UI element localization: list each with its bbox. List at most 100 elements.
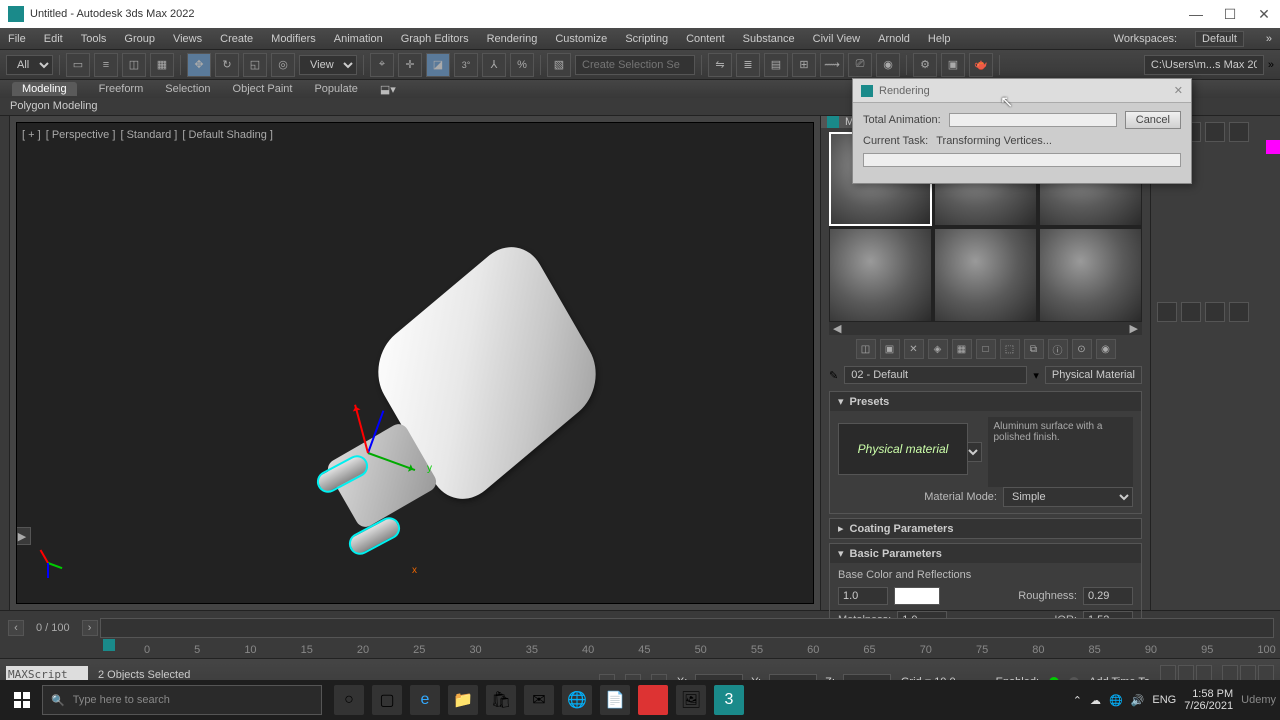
show-end-icon[interactable]: ⬚ bbox=[1000, 339, 1020, 359]
viewport-perspective[interactable]: [ + ] [ Perspective ] [ Standard ] [ Def… bbox=[16, 122, 814, 604]
menu-group[interactable]: Group bbox=[124, 33, 155, 45]
explorer-icon[interactable]: 📁 bbox=[448, 685, 478, 715]
prev-frame-icon[interactable] bbox=[1178, 665, 1194, 681]
menu-customize[interactable]: Customize bbox=[555, 33, 607, 45]
overflow-icon[interactable]: » bbox=[1266, 33, 1272, 45]
edit-named-icon[interactable]: ▧ bbox=[547, 53, 571, 77]
delete-material-icon[interactable]: ✕ bbox=[904, 339, 924, 359]
menu-arnold[interactable]: Arnold bbox=[878, 33, 910, 45]
ribbon-toggle-icon[interactable]: ⬓▾ bbox=[380, 83, 396, 96]
tab-selection[interactable]: Selection bbox=[165, 83, 210, 95]
base-color-swatch[interactable] bbox=[894, 587, 940, 605]
cortana-icon[interactable]: ○ bbox=[334, 685, 364, 715]
cmd-tool-1[interactable] bbox=[1157, 302, 1177, 322]
render-cancel-button[interactable]: Cancel bbox=[1125, 111, 1181, 129]
menu-scripting[interactable]: Scripting bbox=[625, 33, 668, 45]
start-button[interactable] bbox=[4, 684, 40, 716]
mirror-icon[interactable]: ⇋ bbox=[708, 53, 732, 77]
taskview-icon[interactable]: ▢ bbox=[372, 685, 402, 715]
hierarchy-panel-icon[interactable] bbox=[1205, 122, 1225, 142]
project-path-input[interactable] bbox=[1144, 55, 1264, 75]
toggle-ribbon-icon[interactable]: ⊞ bbox=[792, 53, 816, 77]
cmd-tool-4[interactable] bbox=[1229, 302, 1249, 322]
render-setup-icon[interactable]: ⚙ bbox=[913, 53, 937, 77]
menu-modifiers[interactable]: Modifiers bbox=[271, 33, 316, 45]
reset-map-icon[interactable]: ◈ bbox=[928, 339, 948, 359]
viewport-label[interactable]: [ + ] [ Perspective ] [ Standard ] [ Def… bbox=[21, 129, 274, 141]
filter-selector[interactable]: All bbox=[6, 55, 53, 75]
paint-select-icon[interactable]: ▦ bbox=[150, 53, 174, 77]
show-bg-icon[interactable]: □ bbox=[976, 339, 996, 359]
select-by-name-icon[interactable]: ≡ bbox=[94, 53, 118, 77]
menu-create[interactable]: Create bbox=[220, 33, 253, 45]
snap-icon[interactable]: ◪ bbox=[426, 53, 450, 77]
rect-select-icon[interactable]: ◫ bbox=[122, 53, 146, 77]
render-dialog-close-icon[interactable]: ✕ bbox=[1174, 84, 1183, 97]
material-mode-selector[interactable]: Simple bbox=[1003, 487, 1133, 507]
pan-icon[interactable] bbox=[1222, 665, 1238, 681]
orbit-icon[interactable] bbox=[1240, 665, 1256, 681]
menu-file[interactable]: File bbox=[8, 33, 26, 45]
menu-help[interactable]: Help bbox=[928, 33, 951, 45]
zoom-icon[interactable] bbox=[1258, 665, 1274, 681]
time-slider-marker[interactable] bbox=[103, 639, 115, 651]
pick-material-icon[interactable]: ✎ bbox=[829, 369, 838, 382]
clock-date[interactable]: 7/26/2021 bbox=[1184, 700, 1233, 712]
sample-scrollbar[interactable]: ◀▶ bbox=[829, 322, 1142, 335]
material-type-button[interactable]: Physical Material bbox=[1045, 366, 1142, 384]
placement-icon[interactable]: ◎ bbox=[271, 53, 295, 77]
volume-icon[interactable]: 🔊 bbox=[1131, 694, 1145, 707]
cmd-tool-3[interactable] bbox=[1205, 302, 1225, 322]
toolbar-overflow-icon[interactable]: » bbox=[1268, 59, 1274, 71]
onedrive-icon[interactable]: ☁ bbox=[1090, 694, 1101, 707]
roughness-spinner[interactable] bbox=[1083, 587, 1133, 605]
savelib-icon[interactable]: ▦ bbox=[952, 339, 972, 359]
menu-views[interactable]: Views bbox=[173, 33, 202, 45]
material-name-input[interactable] bbox=[844, 366, 1027, 384]
timeline-next-icon[interactable]: › bbox=[82, 620, 98, 636]
select-icon[interactable]: ▭ bbox=[66, 53, 90, 77]
go-forward-icon[interactable]: ⊙ bbox=[1072, 339, 1092, 359]
timeline-prev-icon[interactable]: ‹ bbox=[8, 620, 24, 636]
tab-modeling[interactable]: Modeling bbox=[12, 82, 77, 96]
options-icon[interactable]: ◉ bbox=[1096, 339, 1116, 359]
rendering-dialog[interactable]: Rendering ✕ Total Animation: Cancel Curr… bbox=[852, 78, 1192, 184]
notepad-icon[interactable]: 📄 bbox=[600, 685, 630, 715]
menu-animation[interactable]: Animation bbox=[334, 33, 383, 45]
curve-editor-icon[interactable]: ⟿ bbox=[820, 53, 844, 77]
timeline-ruler[interactable] bbox=[100, 618, 1274, 638]
3dsmax-taskbar-icon[interactable]: 3 bbox=[714, 685, 744, 715]
store-icon[interactable]: 🛍 bbox=[486, 685, 516, 715]
taskbar-search[interactable]: 🔍 Type here to search bbox=[42, 685, 322, 715]
object-color-swatch[interactable] bbox=[1266, 140, 1280, 154]
menu-substance[interactable]: Substance bbox=[743, 33, 795, 45]
sample-slot-4[interactable] bbox=[829, 228, 932, 322]
workspace-selector[interactable]: Default bbox=[1195, 31, 1244, 47]
layer-icon[interactable]: ▤ bbox=[764, 53, 788, 77]
assign-material-icon[interactable]: ▣ bbox=[880, 339, 900, 359]
angle-snap-icon[interactable]: 3° bbox=[454, 53, 478, 77]
align-icon[interactable]: ≣ bbox=[736, 53, 760, 77]
edge-icon[interactable]: e bbox=[410, 685, 440, 715]
close-button[interactable]: ✕ bbox=[1256, 6, 1272, 22]
menu-edit[interactable]: Edit bbox=[44, 33, 63, 45]
tab-objectpaint[interactable]: Object Paint bbox=[233, 83, 293, 95]
cmd-tool-2[interactable] bbox=[1181, 302, 1201, 322]
material-id-icon[interactable]: ⧉ bbox=[1024, 339, 1044, 359]
scene-object-charger[interactable]: y x bbox=[307, 263, 667, 563]
basic-params-header[interactable]: ▾Basic Parameters bbox=[830, 544, 1141, 563]
move-icon[interactable]: ✥ bbox=[187, 53, 211, 77]
scale-icon[interactable]: ◱ bbox=[243, 53, 267, 77]
base-weight-spinner[interactable] bbox=[838, 587, 888, 605]
camtasia-icon[interactable] bbox=[638, 685, 668, 715]
menu-content[interactable]: Content bbox=[686, 33, 725, 45]
tray-chevron-icon[interactable]: ⌃ bbox=[1073, 694, 1082, 707]
snap-toggle-icon[interactable]: ✛ bbox=[398, 53, 422, 77]
menu-tools[interactable]: Tools bbox=[81, 33, 107, 45]
menu-rendering[interactable]: Rendering bbox=[487, 33, 538, 45]
render-frame-icon[interactable]: ▣ bbox=[941, 53, 965, 77]
pivot-icon[interactable]: ⌖ bbox=[370, 53, 394, 77]
photos-icon[interactable]: 🖼 bbox=[676, 685, 706, 715]
tab-populate[interactable]: Populate bbox=[314, 83, 357, 95]
coating-header[interactable]: ▸Coating Parameters bbox=[830, 519, 1141, 538]
